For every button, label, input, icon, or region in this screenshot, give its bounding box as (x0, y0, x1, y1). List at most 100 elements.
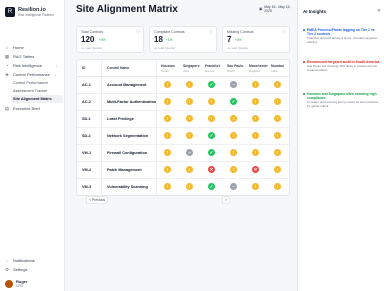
main-content: Site Alignment Matrix ▣ May 16 - May 15,… (64, 0, 296, 291)
next-page-button[interactable]: > (222, 196, 230, 204)
status-gray-icon[interactable]: – (186, 149, 193, 156)
info-icon[interactable]: ⓘ (136, 29, 140, 35)
status-yellow-icon[interactable]: ! (164, 132, 171, 139)
status-gray-icon[interactable]: – (230, 81, 237, 88)
status-yellow-icon[interactable]: ! (252, 183, 259, 190)
status-gray-icon[interactable]: – (230, 183, 237, 190)
date-range-label: May 16 - May 15, 2025 (264, 5, 291, 13)
kpi-card-compliant-controls: Compliant Controls ⓘ 18 +1% vs. Last Qua… (149, 26, 217, 53)
document-icon: ▤ (4, 105, 10, 111)
status-green-icon[interactable]: ✓ (208, 149, 215, 156)
table-row[interactable]: AC-2 Multi-Factor Authentication!!! ✓!! (77, 94, 289, 111)
status-yellow-icon[interactable]: ! (186, 98, 193, 105)
control-name: Least Privilege (107, 117, 134, 121)
status-yellow-icon[interactable]: ! (164, 98, 171, 105)
control-name: Firewall Configuration (107, 151, 148, 155)
status-yellow-icon[interactable]: ! (230, 149, 237, 156)
alignment-matrix-table: ID Control Name Houston Texas Singapore … (76, 59, 290, 196)
sidebar-item-label: Executive Brief (13, 106, 40, 111)
brand[interactable]: R Resilion.io Risk Intelligence Platform (5, 7, 54, 17)
column-header-site[interactable]: Manchester (249, 64, 268, 68)
status-yellow-icon[interactable]: ! (208, 98, 215, 105)
status-yellow-icon[interactable]: ! (186, 81, 193, 88)
status-yellow-icon[interactable]: ! (274, 115, 281, 122)
status-yellow-icon[interactable]: ! (252, 132, 259, 139)
table-icon: ▦ (4, 53, 10, 59)
status-green-icon[interactable]: ✓ (208, 132, 215, 139)
insight-body: Consider documenting their process as be… (307, 100, 379, 109)
sidebar-item-home[interactable]: ⌂ Home (4, 43, 60, 52)
table-row[interactable]: VM-1 Firewall Configuration! – ✓!!! (77, 145, 289, 162)
column-header-site[interactable]: Frankfurt (205, 64, 220, 68)
close-icon[interactable]: ✕ (377, 8, 381, 14)
status-yellow-icon[interactable]: ! (164, 149, 171, 156)
column-header-control-name[interactable]: Control Name (107, 66, 129, 70)
sidebar-subitem-assessment-tracker[interactable]: Assessment Tracker (11, 87, 63, 95)
user-profile[interactable]: Roger CRO (5, 280, 28, 288)
kpi-delta: +0% (99, 38, 106, 42)
sidebar-item-risk-intelligence[interactable]: ◔ Risk Intelligence › (4, 61, 60, 70)
status-yellow-icon[interactable]: ! (230, 115, 237, 122)
sidebar-item-control-performance[interactable]: ◈ Control Performance ⌄ (4, 70, 60, 79)
sidebar-subitem-control-performance[interactable]: Control Performance (11, 79, 63, 87)
status-yellow-icon[interactable]: ! (274, 183, 281, 190)
status-red-icon[interactable]: ✕ (252, 166, 259, 173)
sidebar-subitem-site-alignment-matrix[interactable]: Site Alignment Matrix (11, 95, 63, 103)
status-yellow-icon[interactable]: ! (164, 115, 171, 122)
status-yellow-icon[interactable]: ! (230, 166, 237, 173)
insight-item[interactable]: Recommend targeted audit in South Americ… (303, 60, 381, 73)
status-yellow-icon[interactable]: ! (252, 81, 259, 88)
control-id: SD-1 (82, 117, 91, 121)
status-red-icon[interactable]: ✕ (208, 166, 215, 173)
status-green-icon[interactable]: ✓ (208, 81, 215, 88)
table-row[interactable]: SD-2 Network Segmentation!! ✓!!! (77, 128, 289, 145)
status-yellow-icon[interactable]: ! (274, 132, 281, 139)
sidebar-item-rag-tables[interactable]: ▦ RAG Tables (4, 52, 60, 61)
sidebar-item-notifications[interactable]: ◌ Notifications (4, 256, 60, 265)
insight-item[interactable]: EMEA Process/Plants lagging on Tier 1 vs… (303, 28, 381, 45)
date-range-picker[interactable]: ▣ May 16 - May 15, 2025 (259, 5, 296, 13)
status-green-icon[interactable]: ✓ (230, 98, 237, 105)
status-yellow-icon[interactable]: ! (186, 115, 193, 122)
info-icon[interactable]: ⓘ (282, 29, 286, 35)
status-yellow-icon[interactable]: ! (274, 81, 281, 88)
sidebar-item-settings[interactable]: ⚙ Settings (4, 265, 60, 274)
control-name: Account Management (107, 83, 147, 87)
column-header-region: Texas (161, 69, 169, 73)
control-name: Patch Management (107, 168, 142, 172)
kpi-title: Total Controls (81, 30, 103, 34)
status-yellow-icon[interactable]: ! (164, 166, 171, 173)
column-header-site[interactable]: Houston (161, 64, 175, 68)
table-row[interactable]: VM-3 Vulnerability Scanning!! ✓ –!! (77, 179, 289, 195)
column-header-site[interactable]: Singapore (183, 64, 200, 68)
insight-item[interactable]: Houston and Singapore sites showing high… (303, 92, 381, 109)
status-yellow-icon[interactable]: ! (230, 132, 237, 139)
status-yellow-icon[interactable]: ! (252, 115, 259, 122)
status-yellow-icon[interactable]: ! (274, 166, 281, 173)
status-yellow-icon[interactable]: ! (274, 98, 281, 105)
column-header-site[interactable]: Mumbai (271, 64, 284, 68)
status-yellow-icon[interactable]: ! (186, 132, 193, 139)
status-yellow-icon[interactable]: ! (186, 166, 193, 173)
table-row[interactable]: AC-1 Account Management!! ✓ –!! (77, 77, 289, 94)
column-header-site[interactable]: Sao Paulo (227, 64, 243, 68)
status-yellow-icon[interactable]: ! (252, 149, 259, 156)
column-header-id: ID (82, 66, 86, 70)
sidebar-item-executive-brief[interactable]: ▤ Executive Brief (4, 104, 60, 113)
status-yellow-icon[interactable]: ! (164, 183, 171, 190)
status-yellow-icon[interactable]: ! (208, 115, 215, 122)
status-yellow-icon[interactable]: ! (186, 183, 193, 190)
status-yellow-icon[interactable]: ! (164, 81, 171, 88)
column-divider (156, 60, 157, 76)
status-yellow-icon[interactable]: ! (252, 98, 259, 105)
page-title: Site Alignment Matrix (76, 4, 178, 15)
status-green-icon[interactable]: ✓ (208, 183, 215, 190)
table-row[interactable]: VM-2 Patch Management!! ✕! ✕! (77, 162, 289, 179)
table-row[interactable]: SD-1 Least Privilege!!!!!! (77, 111, 289, 128)
control-id: SD-2 (82, 134, 91, 138)
sidebar: R Resilion.io Risk Intelligence Platform… (0, 0, 65, 291)
info-icon[interactable]: ⓘ (209, 29, 213, 35)
sidebar-item-label: Settings (13, 267, 28, 272)
status-yellow-icon[interactable]: ! (274, 149, 281, 156)
previous-page-button[interactable]: < Previous (86, 196, 109, 204)
